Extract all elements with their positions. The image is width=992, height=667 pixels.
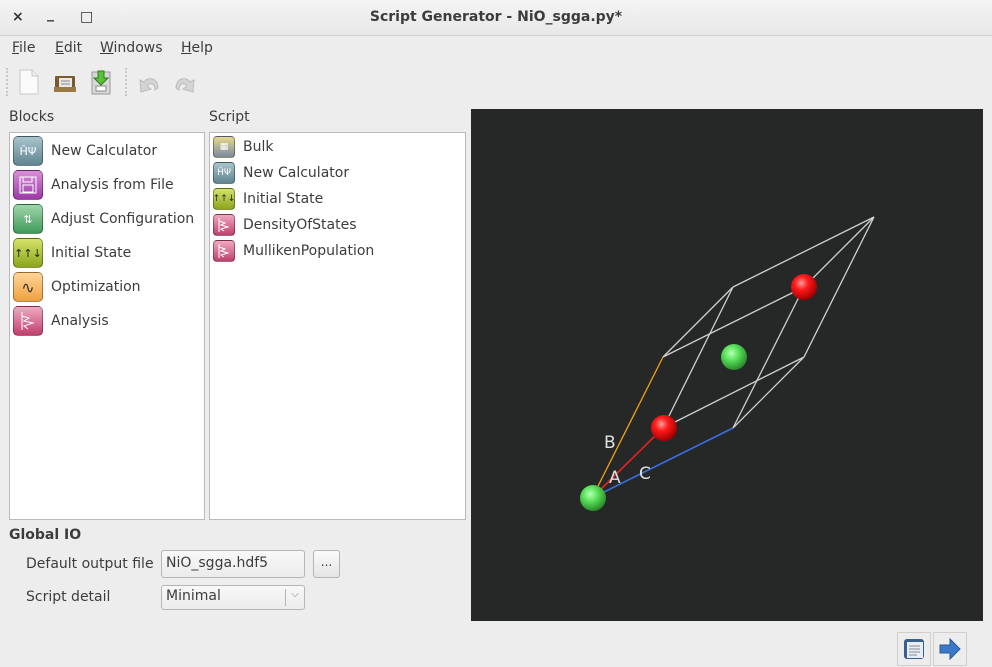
script-item-label: MullikenPopulation: [243, 243, 375, 259]
script-item-new-calculator[interactable]: ĤΨ New Calculator: [213, 160, 349, 186]
block-item-analysis-from-file[interactable]: Analysis from File: [13, 169, 174, 201]
spectrum-icon: [213, 240, 235, 262]
optimization-curve-icon: ∿: [13, 272, 43, 302]
script-item-label: Bulk: [243, 139, 274, 155]
script-item-bulk[interactable]: ▦ Bulk: [213, 134, 273, 160]
toolbar-separator: [6, 68, 8, 96]
menu-label: elp: [191, 40, 213, 56]
new-file-icon: [19, 69, 39, 95]
send-arrow-icon: [939, 637, 961, 661]
script-heading: Script: [209, 109, 250, 125]
global-io-heading: Global IO: [9, 527, 82, 543]
toolbar-separator: [125, 68, 127, 96]
block-item-analysis[interactable]: Analysis: [13, 305, 109, 337]
spin-arrows-icon: ↑↑↓: [13, 238, 43, 268]
script-item-initial-state[interactable]: ↑↑↓ Initial State: [213, 186, 323, 212]
open-folder-icon: [54, 76, 76, 92]
redo-button[interactable]: [172, 68, 198, 96]
title-bar: × _ □ Script Generator - NiO_sgga.py*: [0, 0, 992, 36]
viewer-canvas: B A C: [580, 216, 875, 511]
script-item-label: Initial State: [243, 191, 324, 207]
menu-mnemonic: F: [12, 40, 20, 56]
block-item-new-calculator[interactable]: ĤΨ New Calculator: [13, 135, 157, 167]
undo-button[interactable]: [136, 68, 162, 96]
block-item-initial-state[interactable]: ↑↑↓ Initial State: [13, 237, 131, 269]
menu-label: indows: [113, 40, 163, 56]
menu-file[interactable]: File: [12, 40, 35, 56]
bulk-crystal-icon: ▦: [213, 136, 235, 158]
menu-mnemonic: E: [55, 40, 64, 56]
block-item-adjust-configuration[interactable]: ⇅ Adjust Configuration: [13, 203, 194, 235]
spectrum-icon: [213, 214, 235, 236]
axis-c-label: C: [639, 464, 651, 484]
menu-label: dit: [63, 40, 83, 56]
block-item-label: Analysis: [51, 313, 109, 329]
menu-help[interactable]: Help: [181, 40, 213, 56]
ni-atom[interactable]: [721, 344, 747, 370]
hamiltonian-icon: ĤΨ: [213, 162, 235, 184]
axis-b-label: B: [604, 433, 616, 453]
block-item-label: Adjust Configuration: [51, 211, 195, 227]
undo-icon: [139, 78, 159, 93]
script-detail-select[interactable]: Minimal ⌵: [161, 585, 305, 610]
block-item-label: New Calculator: [51, 143, 158, 159]
axis-a-line: [591, 427, 664, 499]
menu-mnemonic: H: [181, 40, 192, 56]
spectrum-icon: [13, 306, 43, 336]
script-item-label: DensityOfStates: [243, 217, 357, 233]
menu-windows[interactable]: Windows: [100, 40, 163, 56]
script-editor-icon: [904, 639, 924, 659]
ni-atom[interactable]: [580, 485, 606, 511]
script-detail-value: Minimal: [166, 588, 221, 604]
axis-a-label: A: [609, 468, 621, 488]
o-atom[interactable]: [791, 274, 817, 300]
save-install-icon: [91, 70, 111, 95]
hamiltonian-icon: ĤΨ: [13, 136, 43, 166]
output-file-label: Default output file: [26, 556, 154, 572]
block-item-label: Optimization: [51, 279, 141, 295]
o-atom[interactable]: [651, 415, 677, 441]
script-list[interactable]: ▦ Bulk ĤΨ New Calculator ↑↑↓ Initial Sta…: [209, 132, 466, 520]
blocks-heading: Blocks: [9, 109, 55, 125]
sliders-icon: ⇅: [13, 204, 43, 234]
browse-button[interactable]: ...: [313, 550, 340, 578]
structure-viewer[interactable]: B A C: [471, 109, 983, 621]
chevron-down-icon: ⌵: [285, 589, 304, 606]
window-title: Script Generator - NiO_sgga.py*: [369, 9, 623, 25]
spin-arrows-icon: ↑↑↓: [213, 188, 235, 210]
block-item-label: Initial State: [51, 245, 132, 261]
blocks-list[interactable]: ĤΨ New Calculator Analysis from File ⇅ A…: [9, 132, 205, 520]
menu-mnemonic: W: [100, 40, 114, 56]
block-item-optimization[interactable]: ∿ Optimization: [13, 271, 141, 303]
open-script-editor-button[interactable]: [897, 632, 931, 666]
script-item-density-of-states[interactable]: DensityOfStates: [213, 212, 357, 238]
script-detail-label: Script detail: [26, 589, 111, 605]
script-item-mulliken-population[interactable]: MullikenPopulation: [213, 238, 374, 264]
floppy-disk-icon: [13, 170, 43, 200]
block-item-label: Analysis from File: [51, 177, 174, 193]
menu-label: ile: [19, 40, 36, 56]
output-file-input[interactable]: NiO_sgga.hdf5: [161, 550, 305, 578]
menu-edit[interactable]: Edit: [55, 40, 82, 56]
send-script-button[interactable]: [933, 632, 967, 666]
script-item-label: New Calculator: [243, 165, 350, 181]
open-button[interactable]: [52, 68, 78, 96]
save-button[interactable]: [88, 68, 114, 96]
redo-icon: [175, 78, 195, 93]
new-file-button[interactable]: [16, 68, 42, 96]
toolbar: [0, 64, 300, 100]
